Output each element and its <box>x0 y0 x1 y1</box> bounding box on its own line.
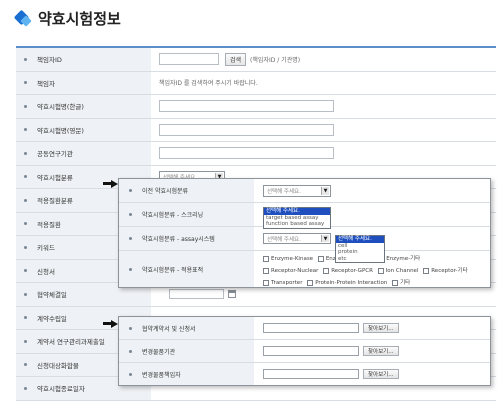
bullet-icon <box>24 292 27 296</box>
target-checkbox[interactable]: Receptor-기타 <box>423 266 468 276</box>
row-label: 변경물품기관 <box>142 348 176 356</box>
screening-dropdown-list[interactable]: 선택해 주세요. target based assay function bas… <box>263 207 331 229</box>
row-label: 이전 약효시험분류 <box>142 188 189 195</box>
page-title: 약효시험정보 <box>38 9 121 28</box>
agreement-date-input[interactable] <box>169 289 224 300</box>
row-label: 약효시험분류 <box>37 173 73 182</box>
name-english-input[interactable] <box>159 123 334 136</box>
row-label: 약효시험분류 - 스크리닝 <box>142 212 204 219</box>
row-responsible: 책임자 책임자ID 를 검색하여 주시기 바랍니다. <box>16 71 496 95</box>
row-label: 책임자ID <box>37 56 62 65</box>
list-option[interactable]: function based assay <box>264 221 330 228</box>
row-label: 협약체결일 <box>37 291 67 300</box>
list-option[interactable]: protein <box>336 249 384 256</box>
overlay-row: 협약계약서 및 신청서 찾아보기... <box>119 317 490 340</box>
chevron-down-icon: ▼ <box>321 186 329 195</box>
row-label: 협약계약서 및 신청서 <box>142 325 196 333</box>
overlay-row: 약효시험분류 - 스크리닝 선택해 주세요. target based assa… <box>119 203 490 229</box>
agreement-file-input[interactable] <box>263 323 359 333</box>
bullet-icon <box>24 57 27 61</box>
bullet-icon <box>24 151 27 155</box>
list-option[interactable]: target based assay <box>264 215 330 222</box>
list-option[interactable]: 선택해 주세요. <box>336 236 384 243</box>
target-checkbox[interactable]: Enzyme-Kinase <box>263 254 313 264</box>
row-label: 약효시험명(한글) <box>37 103 84 112</box>
row-label: 약효시험분류 - assay시스템 <box>142 236 215 243</box>
bullet-icon <box>129 213 132 216</box>
overlay-row: 약효시험분류 - 적용표적 Enzyme-Kinase Enzyme-Prote… <box>119 251 490 287</box>
change-institution-file-input[interactable] <box>263 346 359 356</box>
target-checkbox[interactable]: Ion Channel <box>377 266 418 276</box>
calendar-icon[interactable] <box>228 290 236 299</box>
row-label: 책임자 <box>37 79 55 88</box>
bullet-icon <box>24 269 27 273</box>
overlay-row: 약효시험분류 - assay시스템 선택해 주세요. ▼ 선택해 주세요. cel… <box>119 227 490 264</box>
responsible-id-hint: (책임자ID / 기관명) <box>250 56 301 64</box>
target-checkbox[interactable]: Receptor-Nuclear <box>263 266 318 276</box>
arrow-right-icon <box>103 320 119 329</box>
row-label: 공동연구기관 <box>37 150 73 159</box>
bullet-icon <box>129 237 132 240</box>
row-label: 키워드 <box>37 244 55 253</box>
overlay-row: 변경물품기관 찾아보기... <box>119 340 490 363</box>
bullet-icon <box>24 339 27 343</box>
row-label: 약효시험종료일자 <box>37 385 85 394</box>
previous-classification-select[interactable]: 선택해 주세요. ▼ <box>263 184 331 197</box>
overlay-row: 변경물품책임자 찾아보기... <box>119 363 490 385</box>
list-option[interactable]: 선택해 주세요. <box>264 208 330 215</box>
target-checkbox[interactable]: 기타 <box>392 278 410 288</box>
bullet-icon <box>24 245 27 249</box>
row-label: 약효시험명(영문) <box>37 126 84 135</box>
assay-dropdown-list[interactable]: 선택해 주세요. cell protein etc <box>335 235 385 264</box>
bullet-icon <box>24 386 27 390</box>
bullet-icon <box>24 175 27 179</box>
row-label: 약효시험분류 - 적용표적 <box>142 266 204 274</box>
target-checkbox[interactable]: Protein-Protein Interaction <box>307 278 387 288</box>
row-name-korean: 약효시험명(한글) <box>16 95 496 119</box>
bullet-icon <box>24 316 27 320</box>
change-responsible-file-input[interactable] <box>263 369 359 379</box>
row-label: 변경물품책임자 <box>142 371 181 379</box>
bullet-icon <box>129 189 132 192</box>
bullet-icon <box>24 363 27 367</box>
browse-button[interactable]: 찾아보기... <box>363 346 399 356</box>
bullet-icon <box>129 267 132 271</box>
file-attachment-panel: 협약계약서 및 신청서 찾아보기... 변경물품기관 찾아보기... 변경물품책… <box>118 316 491 386</box>
row-responsible-id: 책임자ID 검색 (책임자ID / 기관명) <box>16 48 496 72</box>
row-label: 적용질환 <box>37 220 61 229</box>
assay-system-select[interactable]: 선택해 주세요. ▼ <box>263 233 331 244</box>
target-checkbox[interactable]: Receptor-GPCR <box>323 266 373 276</box>
bullet-icon <box>24 222 27 226</box>
classification-detail-panel: 이전 약효시험분류 선택해 주세요. ▼ 약효시험분류 - 스크리닝 선택해 주세… <box>118 178 491 288</box>
joint-institution-input[interactable] <box>159 147 334 160</box>
row-name-english: 약효시험명(영문) <box>16 118 496 142</box>
bullet-icon <box>24 81 27 85</box>
search-button[interactable]: 검색 <box>225 52 247 66</box>
page-header: 약효시험정보 <box>13 8 121 28</box>
bullet-icon <box>129 372 132 376</box>
row-label: 신청대상화합물 <box>37 361 79 370</box>
cube-icon <box>13 9 32 27</box>
bullet-icon <box>24 128 27 132</box>
row-label: 계약수립일 <box>37 314 67 323</box>
row-label: 적용질환분류 <box>37 197 73 206</box>
bullet-icon <box>129 349 132 353</box>
bullet-icon <box>129 326 132 330</box>
responsible-id-input[interactable] <box>159 53 219 66</box>
responsible-message: 책임자ID 를 검색하여 주시기 바랍니다. <box>159 80 258 88</box>
list-option[interactable]: cell <box>336 243 384 250</box>
bullet-icon <box>24 104 27 108</box>
list-option[interactable]: etc <box>336 256 384 263</box>
chevron-down-icon: ▼ <box>321 235 329 242</box>
overlay-row: 이전 약효시험분류 선택해 주세요. ▼ <box>119 179 490 203</box>
row-label: 신청서 <box>37 267 55 276</box>
browse-button[interactable]: 찾아보기... <box>363 369 399 379</box>
arrow-right-icon <box>103 180 119 189</box>
row-label: 계약서 연구관리과제출일 <box>37 338 105 347</box>
target-checkbox[interactable]: Transporter <box>263 278 302 288</box>
browse-button[interactable]: 찾아보기... <box>363 323 399 333</box>
bullet-icon <box>24 198 27 202</box>
row-joint-institution: 공동연구기관 <box>16 142 496 166</box>
name-korean-input[interactable] <box>159 100 334 113</box>
